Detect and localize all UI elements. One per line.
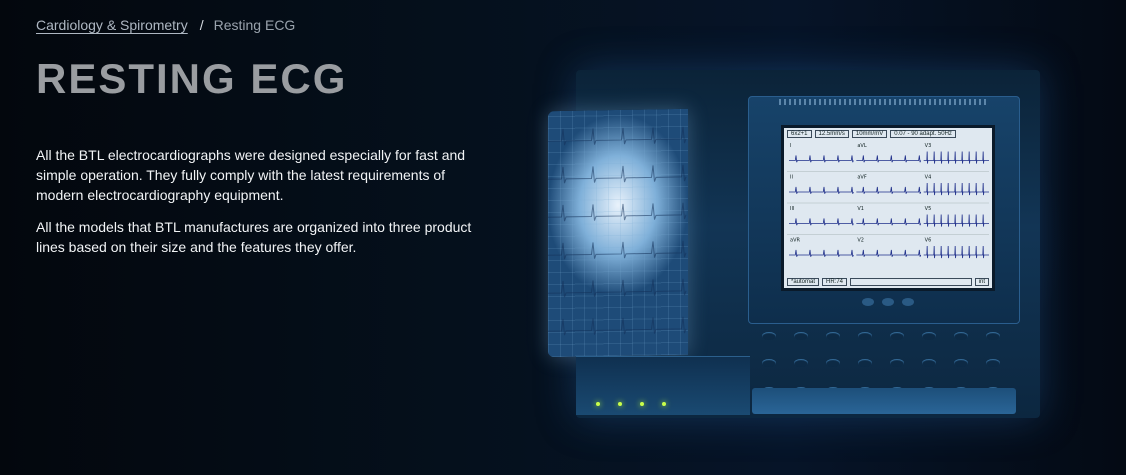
led-indicator bbox=[640, 402, 644, 406]
lead-label: V3 bbox=[925, 143, 932, 149]
ecg-trace bbox=[856, 249, 922, 257]
paper-ecg-trace bbox=[548, 240, 687, 260]
breadcrumb-current: Resting ECG bbox=[213, 17, 296, 33]
description-paragraph-1: All the BTL electrocardiographs were des… bbox=[36, 147, 466, 203]
keypad-key bbox=[922, 332, 936, 340]
description-paragraph-2: All the models that BTL manufactures are… bbox=[36, 219, 472, 255]
keypad-key bbox=[986, 332, 1000, 340]
keypad-key bbox=[954, 332, 968, 340]
keypad-key bbox=[858, 332, 872, 340]
keypad-key bbox=[922, 359, 936, 368]
lead-label: III bbox=[790, 206, 794, 212]
paper-ecg-trace bbox=[548, 278, 687, 298]
lead-label: aVR bbox=[790, 238, 800, 244]
lead-label: II bbox=[790, 175, 793, 181]
keypad-key bbox=[826, 359, 840, 368]
printer-base bbox=[576, 356, 750, 415]
ecg-trace bbox=[856, 186, 922, 194]
vent-grille bbox=[779, 99, 989, 105]
lead-label: V2 bbox=[857, 238, 864, 244]
lead-label: aVF bbox=[857, 175, 866, 181]
ecg-trace bbox=[923, 214, 989, 227]
keypad-key bbox=[794, 332, 808, 340]
ecg-trace bbox=[856, 155, 922, 163]
led-indicator bbox=[662, 402, 666, 406]
screen-footer-cell: *automat bbox=[787, 278, 820, 286]
device-button bbox=[882, 298, 894, 306]
keypad-key bbox=[762, 359, 776, 368]
ecg-trace bbox=[789, 218, 854, 226]
screen-header-cell: 12.5mm/s bbox=[814, 130, 849, 138]
lead-label: V1 bbox=[857, 206, 864, 212]
device-screen: 6x2+1 12.5mm/s 10mm/mV 0.07 - 90 adapt. … bbox=[781, 125, 995, 291]
device-bottom-panel bbox=[752, 388, 1016, 414]
breadcrumb: Cardiology & Spirometry / Resting ECG bbox=[36, 17, 295, 33]
lead-label: V6 bbox=[925, 238, 932, 244]
ecg-trace bbox=[856, 218, 922, 226]
ecg-trace bbox=[789, 155, 854, 163]
screen-header-cell: 0.07 - 90 adapt. 50Hz bbox=[890, 130, 956, 138]
screen-header-cell: 6x2+1 bbox=[787, 130, 812, 138]
keypad-key bbox=[890, 359, 904, 368]
breadcrumb-link-cardiology[interactable]: Cardiology & Spirometry bbox=[36, 17, 188, 33]
screen-header: 6x2+1 12.5mm/s 10mm/mV 0.07 - 90 adapt. … bbox=[784, 128, 992, 140]
paper-ecg-trace bbox=[548, 202, 687, 222]
keypad-key bbox=[890, 332, 904, 340]
keypad-key bbox=[826, 332, 840, 340]
screen-footer-cell: int bbox=[974, 278, 989, 286]
screen-footer: *automat HR:74 int bbox=[787, 278, 989, 286]
lead-label: I bbox=[790, 143, 791, 149]
paper-ecg-trace bbox=[548, 126, 687, 146]
led-indicator bbox=[596, 402, 600, 406]
breadcrumb-separator: / bbox=[199, 17, 204, 33]
device-screen-frame: 6x2+1 12.5mm/s 10mm/mV 0.07 - 90 adapt. … bbox=[748, 96, 1020, 324]
lead-label: V5 bbox=[925, 206, 932, 212]
ecg-trace bbox=[789, 186, 854, 194]
ecg-trace bbox=[923, 151, 989, 164]
screen-buttons bbox=[862, 298, 914, 306]
lead-label: aVL bbox=[857, 143, 866, 149]
ecg-trace bbox=[923, 245, 989, 259]
ecg-device-image: 6x2+1 12.5mm/s 10mm/mV 0.07 - 90 adapt. … bbox=[540, 66, 1040, 426]
screen-header-cell: 10mm/mV bbox=[851, 130, 888, 138]
ecg-trace bbox=[789, 249, 854, 257]
keypad-key bbox=[858, 359, 872, 368]
device-button bbox=[862, 298, 874, 306]
keypad-key bbox=[954, 359, 968, 368]
screen-footer-cell: HR:74 bbox=[822, 278, 848, 286]
led-indicator bbox=[618, 402, 622, 406]
keypad-key bbox=[986, 359, 1000, 368]
description: All the BTL electrocardiographs were des… bbox=[36, 145, 486, 269]
page-title: RESTING ECG bbox=[36, 55, 348, 102]
paper-ecg-trace bbox=[548, 316, 687, 336]
lead-label: V4 bbox=[925, 175, 932, 181]
ecg-trace bbox=[923, 182, 989, 196]
ecg-paper-printout bbox=[548, 108, 688, 358]
keypad-key bbox=[762, 332, 776, 340]
status-leds bbox=[596, 402, 666, 406]
device-button bbox=[902, 298, 914, 306]
screen-footer-cell bbox=[850, 278, 972, 286]
paper-ecg-trace bbox=[548, 164, 687, 184]
keypad-key bbox=[794, 359, 808, 368]
